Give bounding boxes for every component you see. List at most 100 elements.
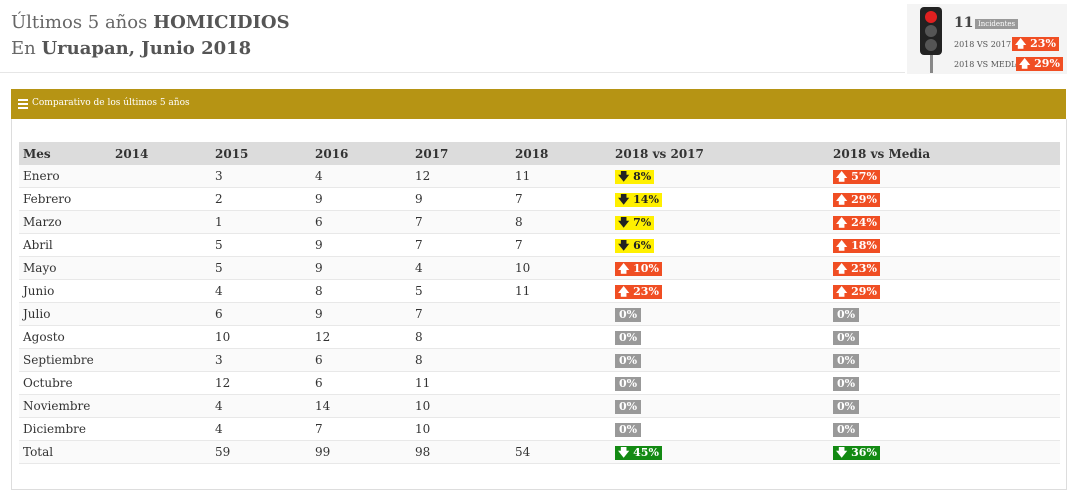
change-value: 0%: [619, 307, 638, 321]
cell-vs2017: 0%: [611, 394, 829, 418]
cell-y2016: 4: [311, 165, 411, 188]
change-value: 23%: [851, 261, 877, 275]
cell-y2016: 6: [311, 348, 411, 372]
change-value: 23%: [633, 284, 659, 298]
cell-vs2017: 🡅 23%: [611, 279, 829, 303]
change-badge: 🡇 6%: [615, 238, 655, 253]
comparison-table: Mes 2014 2015 2016 2017 2018 2018 vs 201…: [19, 142, 1060, 464]
cell-vsMedia: 🡅 23%: [829, 256, 1060, 280]
cell-y2018: 8: [511, 210, 611, 234]
cell-y2016: 12: [311, 325, 411, 349]
cell-y2017: 8: [411, 325, 511, 349]
cell-y2014: [111, 233, 211, 257]
green-light: [925, 39, 937, 51]
change-value: 29%: [851, 192, 877, 206]
cell-mes: Abril: [19, 233, 111, 257]
cell-mes: Octubre: [19, 371, 111, 395]
cell-y2018: [511, 417, 611, 441]
cell-y2017: 12: [411, 165, 511, 188]
title-line-2: En Uruapan, Junio 2018: [11, 36, 290, 62]
cell-y2018: [511, 371, 611, 395]
cell-y2015: 4: [211, 279, 311, 303]
col-header-mes: Mes: [19, 142, 111, 165]
col-header-2016: 2016: [311, 142, 411, 165]
cell-y2015: 12: [211, 371, 311, 395]
arrow-up-icon: 🡅: [836, 169, 852, 183]
arrow-down-icon: 🡇: [618, 445, 634, 459]
title-prefix: Últimos 5 años: [11, 12, 148, 33]
cell-y2015: 2: [211, 187, 311, 211]
cell-y2014: [111, 325, 211, 349]
arrow-down-icon: 🡇: [618, 238, 634, 252]
cell-y2015: 3: [211, 165, 311, 188]
panel-header: Comparativo de los últimos 5 años: [11, 89, 1066, 119]
change-value: 0%: [619, 399, 638, 413]
cell-vsMedia: 0%: [829, 394, 1060, 418]
cell-y2017: 10: [411, 394, 511, 418]
cell-y2014: [111, 348, 211, 372]
title-divider: [0, 72, 905, 73]
traffic-light-pole: [930, 55, 933, 73]
table-header-row: Mes 2014 2015 2016 2017 2018 2018 vs 201…: [19, 142, 1060, 165]
cell-y2017: 10: [411, 417, 511, 441]
amber-light: [925, 25, 937, 37]
table-total-row: Total 59 99 98 54 🡇 45% 🡇 36%: [19, 440, 1060, 464]
page-title: Últimos 5 años HOMICIDIOS En Uruapan, Ju…: [11, 10, 290, 62]
cell-vsMedia: 🡅 18%: [829, 233, 1060, 257]
cell-vsMedia: 🡇 36%: [829, 440, 1060, 464]
table-row: Enero 3 4 12 11 🡇 8% 🡅 57%: [19, 165, 1060, 188]
cell-vs2017: 🡅 10%: [611, 256, 829, 280]
change-badge: 🡅 23%: [833, 261, 880, 276]
arrow-up-icon: 🡅: [836, 238, 852, 252]
incident-count: 11: [954, 15, 974, 31]
cell-vsMedia: 0%: [829, 417, 1060, 441]
change-value: 0%: [837, 422, 856, 436]
cell-y2018: 7: [511, 233, 611, 257]
change-value: 0%: [837, 330, 856, 344]
widget-row-2017-value: 23%: [1030, 37, 1056, 50]
change-value: 0%: [619, 353, 638, 367]
change-value: 0%: [619, 422, 638, 436]
cell-y2015: 4: [211, 417, 311, 441]
cell-mes: Noviembre: [19, 394, 111, 418]
table-row: Diciembre 4 7 10 0% 0%: [19, 417, 1060, 441]
table-row: Abril 5 9 7 7 🡇 6% 🡅 18%: [19, 233, 1060, 257]
cell-y2014: [111, 165, 211, 188]
table-row: Marzo 1 6 7 8 🡇 7% 🡅 24%: [19, 210, 1060, 234]
menu-icon[interactable]: [18, 99, 28, 111]
change-value: 45%: [633, 445, 659, 459]
cell-y2015: 10: [211, 325, 311, 349]
cell-y2014: [111, 440, 211, 464]
cell-vs2017: 0%: [611, 348, 829, 372]
change-badge: 🡅 29%: [833, 284, 880, 299]
cell-vs2017: 0%: [611, 325, 829, 349]
change-value: 0%: [619, 376, 638, 390]
cell-y2016: 7: [311, 417, 411, 441]
change-badge: 🡅 18%: [833, 238, 880, 253]
change-badge: 0%: [833, 376, 860, 391]
col-header-vsmedia: 2018 vs Media: [829, 142, 1060, 165]
cell-vsMedia: 0%: [829, 325, 1060, 349]
location-date: Uruapan, Junio 2018: [41, 38, 252, 59]
cell-y2015: 5: [211, 256, 311, 280]
change-badge: 🡅 10%: [615, 261, 662, 276]
change-badge: 🡇 7%: [615, 215, 655, 230]
change-badge: 0%: [833, 353, 860, 368]
cell-y2017: 11: [411, 371, 511, 395]
cell-vsMedia: 🡅 57%: [829, 165, 1060, 188]
change-badge: 0%: [615, 422, 642, 437]
cell-vs2017: 0%: [611, 371, 829, 395]
change-badge: 🡅 29%: [833, 192, 880, 207]
widget-row-media-value: 29%: [1034, 57, 1060, 70]
cell-y2017: 7: [411, 302, 511, 326]
cell-vsMedia: 0%: [829, 348, 1060, 372]
change-value: 24%: [851, 215, 877, 229]
cell-y2015: 4: [211, 394, 311, 418]
title-line-1: Últimos 5 años HOMICIDIOS: [11, 10, 290, 36]
arrow-up-icon: 🡅: [618, 284, 634, 298]
cell-vs2017: 0%: [611, 302, 829, 326]
panel-title: Comparativo de los últimos 5 años: [32, 98, 190, 108]
table-row: Febrero 2 9 9 7 🡇 14% 🡅 29%: [19, 187, 1060, 211]
cell-mes: Junio: [19, 279, 111, 303]
col-header-2015: 2015: [211, 142, 311, 165]
